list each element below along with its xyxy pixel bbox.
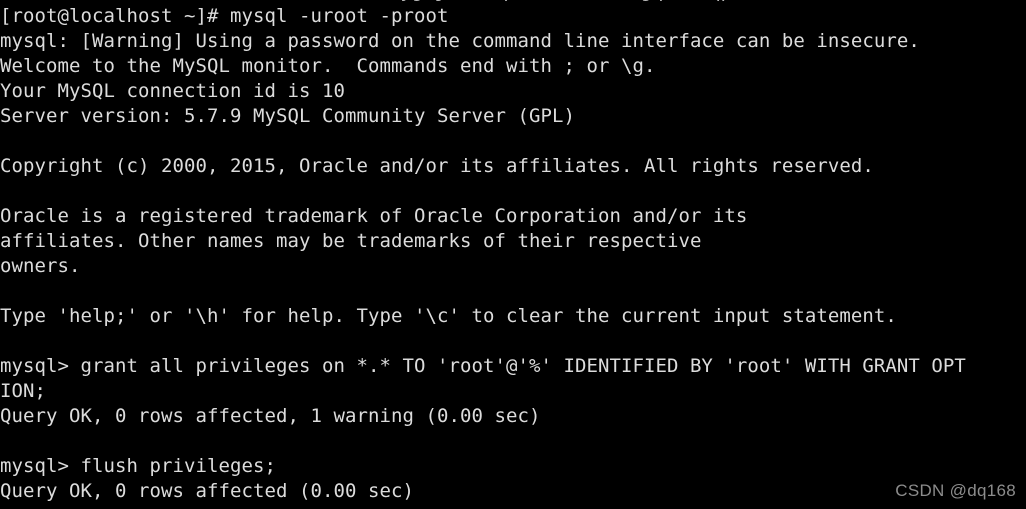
terminal-line: Welcome to the MySQL monitor. Commands e… — [0, 55, 656, 77]
terminal-output: [root@localhost ~]# mysql -uroot -proot … — [0, 4, 1026, 504]
terminal-line: Oracle is a registered trademark of Orac… — [0, 205, 748, 227]
terminal-line: owners. — [0, 255, 81, 277]
terminal-line: Server version: 5.7.9 MySQL Community Se… — [0, 105, 575, 127]
terminal-line: mysql: [Warning] Using a password on the… — [0, 30, 920, 52]
terminal-line: Query OK, 0 rows affected, 1 warning (0.… — [0, 405, 541, 427]
terminal-line: [root@localhost ~]# mysql -uroot -proot — [0, 5, 449, 27]
terminal-line: Type 'help;' or '\h' for help. Type '\c'… — [0, 305, 897, 327]
terminal-line: Query OK, 0 rows affected (0.00 sec) — [0, 480, 414, 502]
terminal-line: Copyright (c) 2000, 2015, Oracle and/or … — [0, 155, 874, 177]
terminal-window[interactable]: ygvj kiorpdvvo wwe gqe vqp [root@localho… — [0, 0, 1026, 509]
terminal-line: ION; — [0, 380, 46, 402]
terminal-line: mysql> grant all privileges on *.* TO 'r… — [0, 355, 966, 377]
terminal-line: affiliates. Other names may be trademark… — [0, 230, 702, 252]
terminal-line: Your MySQL connection id is 10 — [0, 80, 345, 102]
terminal-line: mysql> flush privileges; — [0, 455, 276, 477]
csdn-watermark: CSDN @dq168 — [895, 481, 1016, 500]
